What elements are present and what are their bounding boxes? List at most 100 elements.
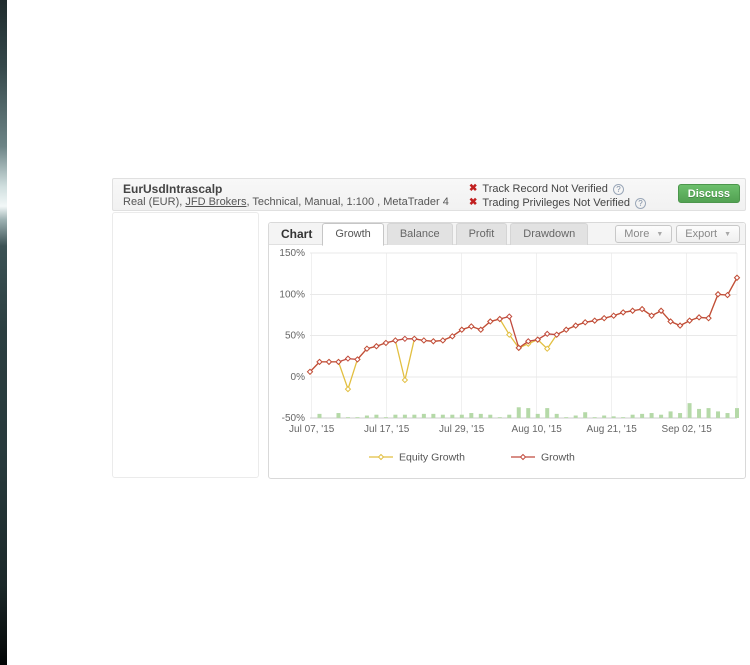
verification-list: ✖Track Record Not Verified?✖Trading Priv… <box>469 182 646 210</box>
legend-label: Equity Growth <box>399 452 465 464</box>
account-header: EurUsdIntrascalp Real (EUR), JFD Brokers… <box>112 178 746 211</box>
tab-balance[interactable]: Balance <box>387 223 453 245</box>
data-point-marker <box>383 340 388 345</box>
tab-growth[interactable]: Growth <box>322 223 383 246</box>
legend-equity-growth[interactable]: Equity Growth <box>369 452 465 464</box>
volume-bar <box>602 416 606 418</box>
not-verified-x-icon: ✖ <box>469 198 477 208</box>
volume-bar <box>488 415 492 418</box>
data-point-marker <box>393 338 398 343</box>
volume-bar <box>583 412 587 418</box>
volume-bar <box>384 417 388 418</box>
volume-bar <box>422 414 426 418</box>
data-point-marker <box>421 338 426 343</box>
data-point-marker <box>725 293 730 298</box>
x-tick-label: Aug 10, '15 <box>512 424 563 435</box>
verification-label: Track Record Not Verified <box>482 183 608 195</box>
more-button[interactable]: More ▼ <box>615 225 672 243</box>
data-point-marker <box>326 359 331 364</box>
broker-link[interactable]: JFD Brokers <box>185 196 246 208</box>
legend-label: Growth <box>541 452 575 464</box>
data-point-marker <box>735 275 740 280</box>
tab-profit[interactable]: Profit <box>456 223 508 245</box>
volume-bar <box>678 413 682 418</box>
x-tick-label: Sep 02, '15 <box>662 424 713 435</box>
volume-bar <box>564 417 568 418</box>
page: EurUsdIntrascalp Real (EUR), JFD Brokers… <box>0 0 750 665</box>
data-point-marker <box>564 327 569 332</box>
x-tick-label: Aug 21, '15 <box>587 424 638 435</box>
data-point-marker <box>374 344 379 349</box>
data-point-marker <box>687 318 692 323</box>
data-point-marker <box>469 324 474 329</box>
data-point-marker <box>402 336 407 341</box>
y-tick-label: -50% <box>282 413 305 424</box>
x-tick-label: Jul 29, '15 <box>439 424 485 435</box>
volume-bar <box>735 408 739 418</box>
data-point-marker <box>621 310 626 315</box>
chevron-down-icon: ▼ <box>656 231 663 238</box>
window-edge <box>0 0 7 665</box>
subtitle-suffix: , Technical, Manual, 1:100 , MetaTrader … <box>246 196 448 208</box>
more-label: More <box>624 228 649 240</box>
growth-chart: Jul 07, '15 Jul 17, '15 Jul 29, '15 Aug 10,… <box>269 245 745 478</box>
y-tick-label: 0% <box>291 372 306 383</box>
volume-bar <box>317 414 321 418</box>
volume-bar <box>498 417 502 418</box>
volume-bar <box>555 414 559 418</box>
widget-title: Chart <box>269 227 322 241</box>
volume-bar <box>460 415 464 418</box>
x-tick-label: Jul 07, '15 <box>289 424 335 435</box>
volume-bar <box>365 416 369 418</box>
data-point-marker <box>583 320 588 325</box>
chart-tab-strip: Chart GrowthBalanceProfitDrawdown More▼ … <box>269 223 745 245</box>
volume-bar <box>450 415 454 418</box>
data-point-marker <box>630 308 635 313</box>
y-tick-label: 150% <box>279 248 305 259</box>
account-title: EurUsdIntrascalp <box>123 182 449 196</box>
volume-bar <box>621 417 625 418</box>
volume-bar <box>393 415 397 418</box>
data-point-marker <box>345 387 350 392</box>
volume-bar <box>336 413 340 418</box>
discuss-button[interactable]: Discuss <box>678 184 740 203</box>
not-verified-x-icon: ✖ <box>469 184 477 194</box>
help-icon[interactable]: ? <box>635 198 646 209</box>
volume-bar <box>507 415 511 418</box>
account-subtitle: Real (EUR), JFD Brokers, Technical, Manu… <box>123 196 449 209</box>
data-point-marker <box>412 336 417 341</box>
data-point-marker <box>602 316 607 321</box>
volume-bar <box>526 408 530 418</box>
volume-bar <box>545 408 549 418</box>
export-button[interactable]: Export ▼ <box>676 225 740 243</box>
volume-bar <box>650 413 654 418</box>
export-label: Export <box>685 228 717 240</box>
tab-drawdown[interactable]: Drawdown <box>510 223 588 245</box>
volume-bar <box>431 414 435 418</box>
subtitle-prefix: Real (EUR), <box>123 196 185 208</box>
volume-bar <box>479 414 483 418</box>
volume-bar <box>640 414 644 418</box>
chevron-down-icon: ▼ <box>724 231 731 238</box>
volume-bar <box>659 415 663 418</box>
data-point-marker <box>431 339 436 344</box>
data-point-marker <box>507 314 512 319</box>
volume-bar <box>536 414 540 418</box>
legend-growth[interactable]: Growth <box>511 452 575 464</box>
volume-bar <box>593 417 597 418</box>
volume-bar <box>346 417 350 418</box>
data-point-marker <box>440 338 445 343</box>
x-tick-label: Jul 17, '15 <box>364 424 410 435</box>
series-line-growth <box>310 278 737 372</box>
data-point-marker <box>716 292 721 297</box>
volume-bar <box>574 416 578 418</box>
help-icon[interactable]: ? <box>613 184 624 195</box>
account-info: EurUsdIntrascalp Real (EUR), JFD Brokers… <box>123 182 449 209</box>
chart-widget: Chart GrowthBalanceProfitDrawdown More▼ … <box>268 222 746 479</box>
volume-bar <box>374 415 378 418</box>
volume-bar <box>688 403 692 418</box>
data-point-marker <box>697 315 702 320</box>
volume-bar <box>403 415 407 418</box>
data-point-marker <box>573 323 578 328</box>
volume-bar <box>716 411 720 418</box>
